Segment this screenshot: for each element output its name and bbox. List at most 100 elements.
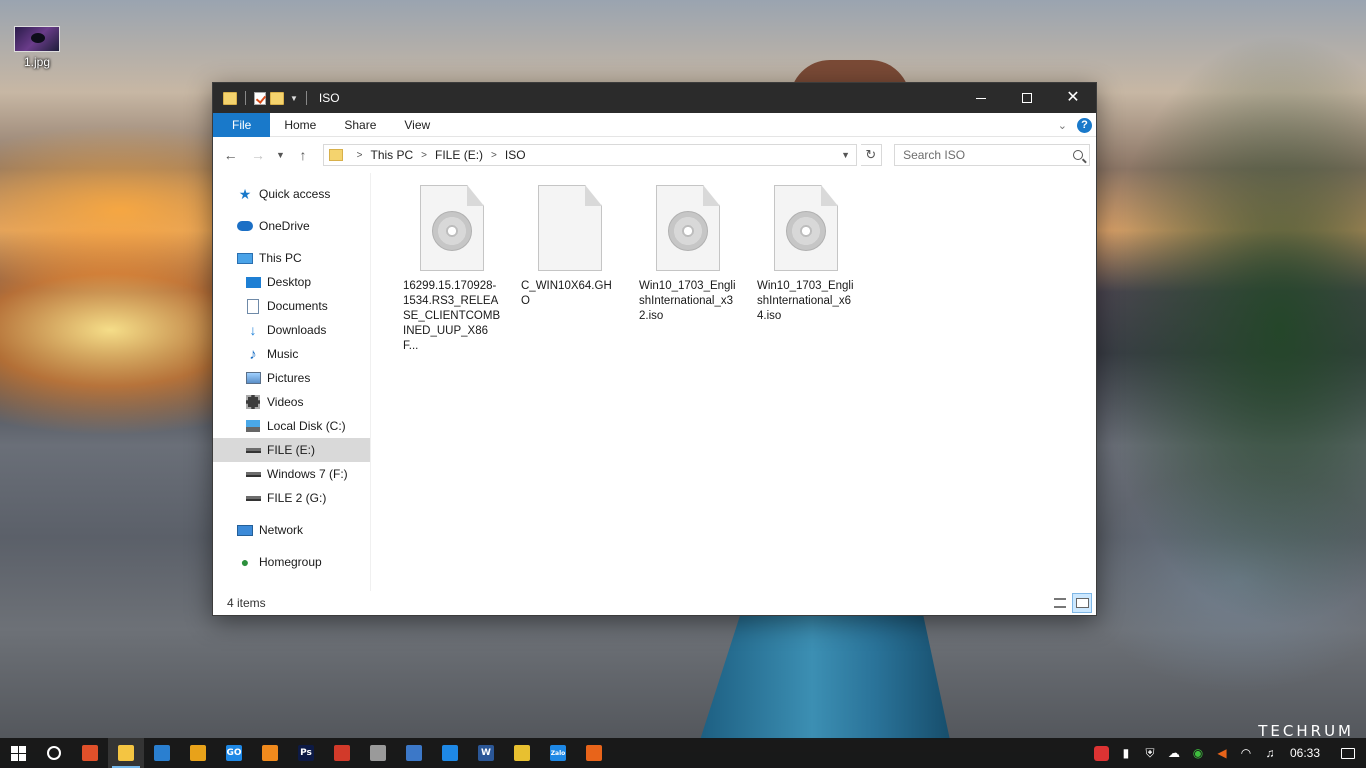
network-tool-icon — [406, 745, 422, 761]
status-bar: 4 items — [213, 591, 1096, 615]
taskbar-app-button[interactable] — [252, 738, 288, 768]
ribbon-tabs: File Home Share View ⌄ ? — [213, 112, 1096, 137]
photoshop-icon: Ps — [298, 745, 314, 761]
file-item[interactable]: Win10_1703_EnglishInternational_x32.iso — [629, 185, 747, 324]
taskbar-app-button[interactable] — [144, 738, 180, 768]
taskbar-app-button[interactable] — [180, 738, 216, 768]
homegroup-icon: ● — [240, 554, 250, 570]
blank-file-icon — [538, 185, 602, 271]
recent-locations-button[interactable]: ▼ — [274, 143, 288, 167]
sidebar-item-homegroup[interactable]: ● Homegroup — [213, 550, 370, 574]
large-icons-view-button[interactable] — [1072, 593, 1092, 613]
file-item[interactable]: C_WIN10X64.GHO — [511, 185, 629, 309]
expand-ribbon-chevron-icon[interactable]: ⌄ — [1058, 119, 1067, 132]
sidebar-item-local-disk-c[interactable]: Local Disk (C:) — [213, 414, 370, 438]
search-box[interactable] — [894, 144, 1090, 166]
taskbar-app-button[interactable]: Zalo — [540, 738, 576, 768]
cortana-circle-icon — [47, 746, 61, 760]
breadcrumb-separator-icon[interactable]: > — [421, 150, 427, 161]
sidebar-item-music[interactable]: ♪ Music — [213, 342, 370, 366]
refresh-button[interactable]: ↻ — [860, 144, 883, 166]
sidebar-item-documents[interactable]: Documents — [213, 294, 370, 318]
address-bar[interactable]: > This PC > FILE (E:) > ISO ▼ — [322, 144, 857, 166]
shield-icon[interactable]: ⛨ — [1138, 738, 1162, 768]
sidebar-item-downloads[interactable]: ↓ Downloads — [213, 318, 370, 342]
maximize-button[interactable] — [1004, 83, 1050, 113]
clock[interactable]: 06:33 — [1282, 746, 1330, 760]
breadcrumb-file-e[interactable]: FILE (E:) — [435, 148, 483, 162]
tab-view[interactable]: View — [390, 113, 444, 137]
taskbar-app-button[interactable] — [324, 738, 360, 768]
cloud-icon — [237, 221, 253, 231]
forward-arrow-icon: → — [251, 147, 266, 163]
sidebar-item-label: This PC — [259, 251, 302, 265]
title-bar[interactable]: ▼ ISO ✕ — [213, 83, 1096, 113]
large-icons-view-icon — [1075, 598, 1089, 608]
properties-icon[interactable] — [254, 91, 266, 105]
window-title: ISO — [318, 91, 340, 105]
details-view-button[interactable] — [1050, 593, 1070, 613]
taskbar-app-button[interactable] — [108, 738, 144, 768]
back-button[interactable]: ← — [219, 143, 242, 167]
speaker-icon[interactable]: ♫ — [1258, 738, 1282, 768]
wallpaper-figure-dress — [700, 600, 950, 740]
tab-share[interactable]: Share — [330, 113, 390, 137]
file-item[interactable]: Win10_1703_EnglishInternational_x64.iso — [747, 185, 865, 324]
help-icon[interactable]: ? — [1077, 117, 1092, 133]
taskbar-app-button[interactable] — [432, 738, 468, 768]
action-center-button[interactable] — [1330, 738, 1366, 768]
network-cloud-icon[interactable]: ☁ — [1162, 738, 1186, 768]
new-folder-icon[interactable] — [270, 91, 284, 105]
drive-icon — [245, 495, 261, 501]
security-icon[interactable]: ◉ — [1186, 738, 1210, 768]
minimize-button[interactable] — [958, 83, 1004, 113]
volume-mute-icon[interactable]: ◀ — [1210, 738, 1234, 768]
sidebar-item-label: Desktop — [267, 275, 312, 289]
breadcrumb-separator-icon[interactable]: > — [357, 150, 363, 161]
file-item[interactable]: 16299.15.170928-1534.RS3_RELEASE_CLIENTC… — [393, 185, 511, 354]
taskbar-app-button[interactable]: GO — [216, 738, 252, 768]
forward-button[interactable]: → — [246, 143, 269, 167]
search-icon[interactable] — [1072, 150, 1083, 160]
search-input[interactable] — [903, 148, 1064, 162]
customize-toolbar-chevron-icon[interactable]: ▼ — [290, 94, 298, 103]
desktop-image-shortcut[interactable]: 1.jpg — [10, 26, 64, 69]
close-button[interactable]: ✕ — [1050, 83, 1096, 113]
breadcrumb-this-pc[interactable]: This PC — [370, 148, 413, 162]
sidebar-item-windows7-f[interactable]: Windows 7 (F:) — [213, 462, 370, 486]
vivaldi-icon[interactable] — [1090, 738, 1114, 768]
download-arrow-icon: ↓ — [249, 322, 257, 338]
sidebar-item-file-e[interactable]: FILE (E:) — [213, 438, 370, 462]
sidebar-item-network[interactable]: Network — [213, 518, 370, 542]
sidebar-item-quick-access[interactable]: ★ Quick access — [213, 182, 370, 206]
up-button[interactable]: ↑ — [291, 143, 314, 167]
usb-icon[interactable]: ▮ — [1114, 738, 1138, 768]
sidebar-item-pictures[interactable]: Pictures — [213, 366, 370, 390]
media-player-icon — [190, 745, 206, 761]
breadcrumb-separator-icon[interactable]: > — [491, 150, 497, 161]
sidebar-item-label: Windows 7 (F:) — [267, 467, 348, 481]
sidebar-item-videos[interactable]: Videos — [213, 390, 370, 414]
start-button[interactable] — [0, 738, 36, 768]
notification-icon — [1341, 747, 1355, 759]
system-drive-icon — [246, 420, 260, 432]
taskbar-app-button[interactable] — [504, 738, 540, 768]
tab-file[interactable]: File — [213, 112, 271, 137]
taskbar-app-button[interactable] — [576, 738, 612, 768]
sidebar-item-this-pc[interactable]: This PC — [213, 246, 370, 270]
tab-home[interactable]: Home — [270, 113, 330, 137]
sidebar-item-label: Videos — [267, 395, 304, 409]
taskbar-app-button[interactable]: W — [468, 738, 504, 768]
sidebar-item-onedrive[interactable]: OneDrive — [213, 214, 370, 238]
taskbar-app-button[interactable] — [360, 738, 396, 768]
breadcrumb-iso[interactable]: ISO — [505, 148, 526, 162]
cortana-button[interactable] — [36, 738, 72, 768]
network-icon — [237, 524, 253, 536]
taskbar-app-button[interactable] — [396, 738, 432, 768]
taskbar-app-button[interactable]: Ps — [288, 738, 324, 768]
address-dropdown-chevron-icon[interactable]: ▼ — [836, 145, 856, 165]
sidebar-item-file2-g[interactable]: FILE 2 (G:) — [213, 486, 370, 510]
sidebar-item-desktop[interactable]: Desktop — [213, 270, 370, 294]
wifi-icon[interactable]: ◠ — [1234, 738, 1258, 768]
taskbar-app-button[interactable] — [72, 738, 108, 768]
